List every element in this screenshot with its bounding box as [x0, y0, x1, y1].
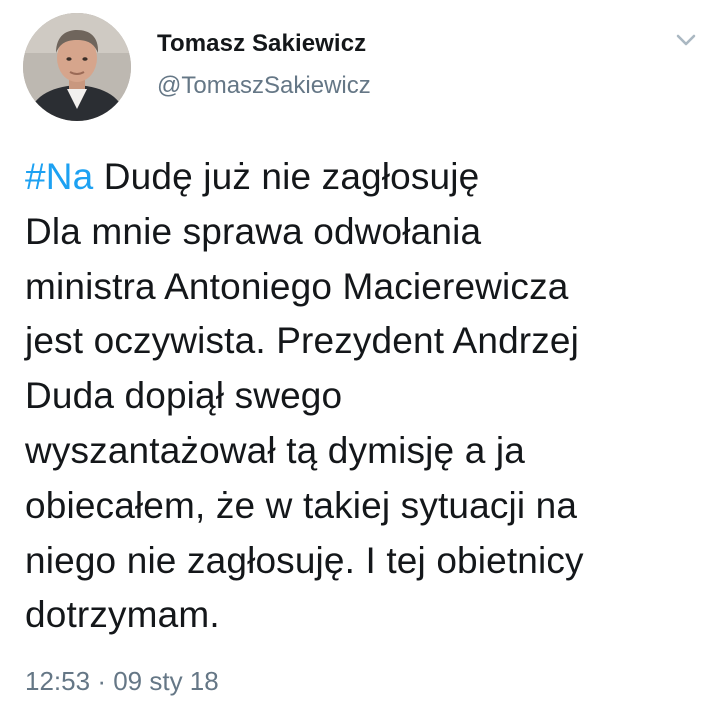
tweet-text: #Na Dudę już nie zagłosuję Dla mnie spra…	[25, 150, 705, 643]
tweet-text-line: obiecałem, że w takiej sytuacji na	[25, 484, 578, 526]
tweet-time: 12:53	[25, 666, 91, 696]
hashtag-link[interactable]: #Na	[25, 156, 93, 197]
tweet-text-line: wyszantażował tą dymisję a ja	[25, 429, 525, 471]
avatar-photo-icon	[23, 13, 131, 121]
tweet-text-line: ministra Antoniego Macierewicza	[25, 265, 569, 307]
tweet-text-line: jest oczywista. Prezydent Andrzej	[25, 320, 580, 362]
meta-separator: ·	[97, 666, 106, 696]
author-display-name[interactable]: Tomasz Sakiewicz	[157, 30, 366, 58]
avatar[interactable]	[23, 13, 131, 121]
tweet-options-button[interactable]	[672, 28, 700, 52]
tweet-date: 09 sty 18	[113, 666, 219, 696]
tweet-text-line: #Na Dudę już nie zagłosuję	[25, 150, 705, 205]
tweet-card: Tomasz Sakiewicz @TomaszSakiewicz #Na Du…	[0, 0, 720, 715]
chevron-down-icon	[676, 34, 696, 46]
tweet-text-segment: Dudę już nie zagłosuję	[93, 156, 480, 197]
tweet-text-line: dotrzymam.	[25, 594, 220, 636]
tweet-text-line: niego nie zagłosuję. I tej obietnicy	[25, 539, 584, 581]
tweet-text-line: Duda dopiął swego	[25, 375, 343, 417]
tweet-header: Tomasz Sakiewicz @TomaszSakiewicz	[0, 0, 720, 130]
tweet-timestamp[interactable]: 12:53 · 09 sty 18	[25, 666, 219, 697]
tweet-text-line: Dla mnie sprawa odwołania	[25, 210, 482, 252]
author-handle[interactable]: @TomaszSakiewicz	[157, 72, 371, 100]
